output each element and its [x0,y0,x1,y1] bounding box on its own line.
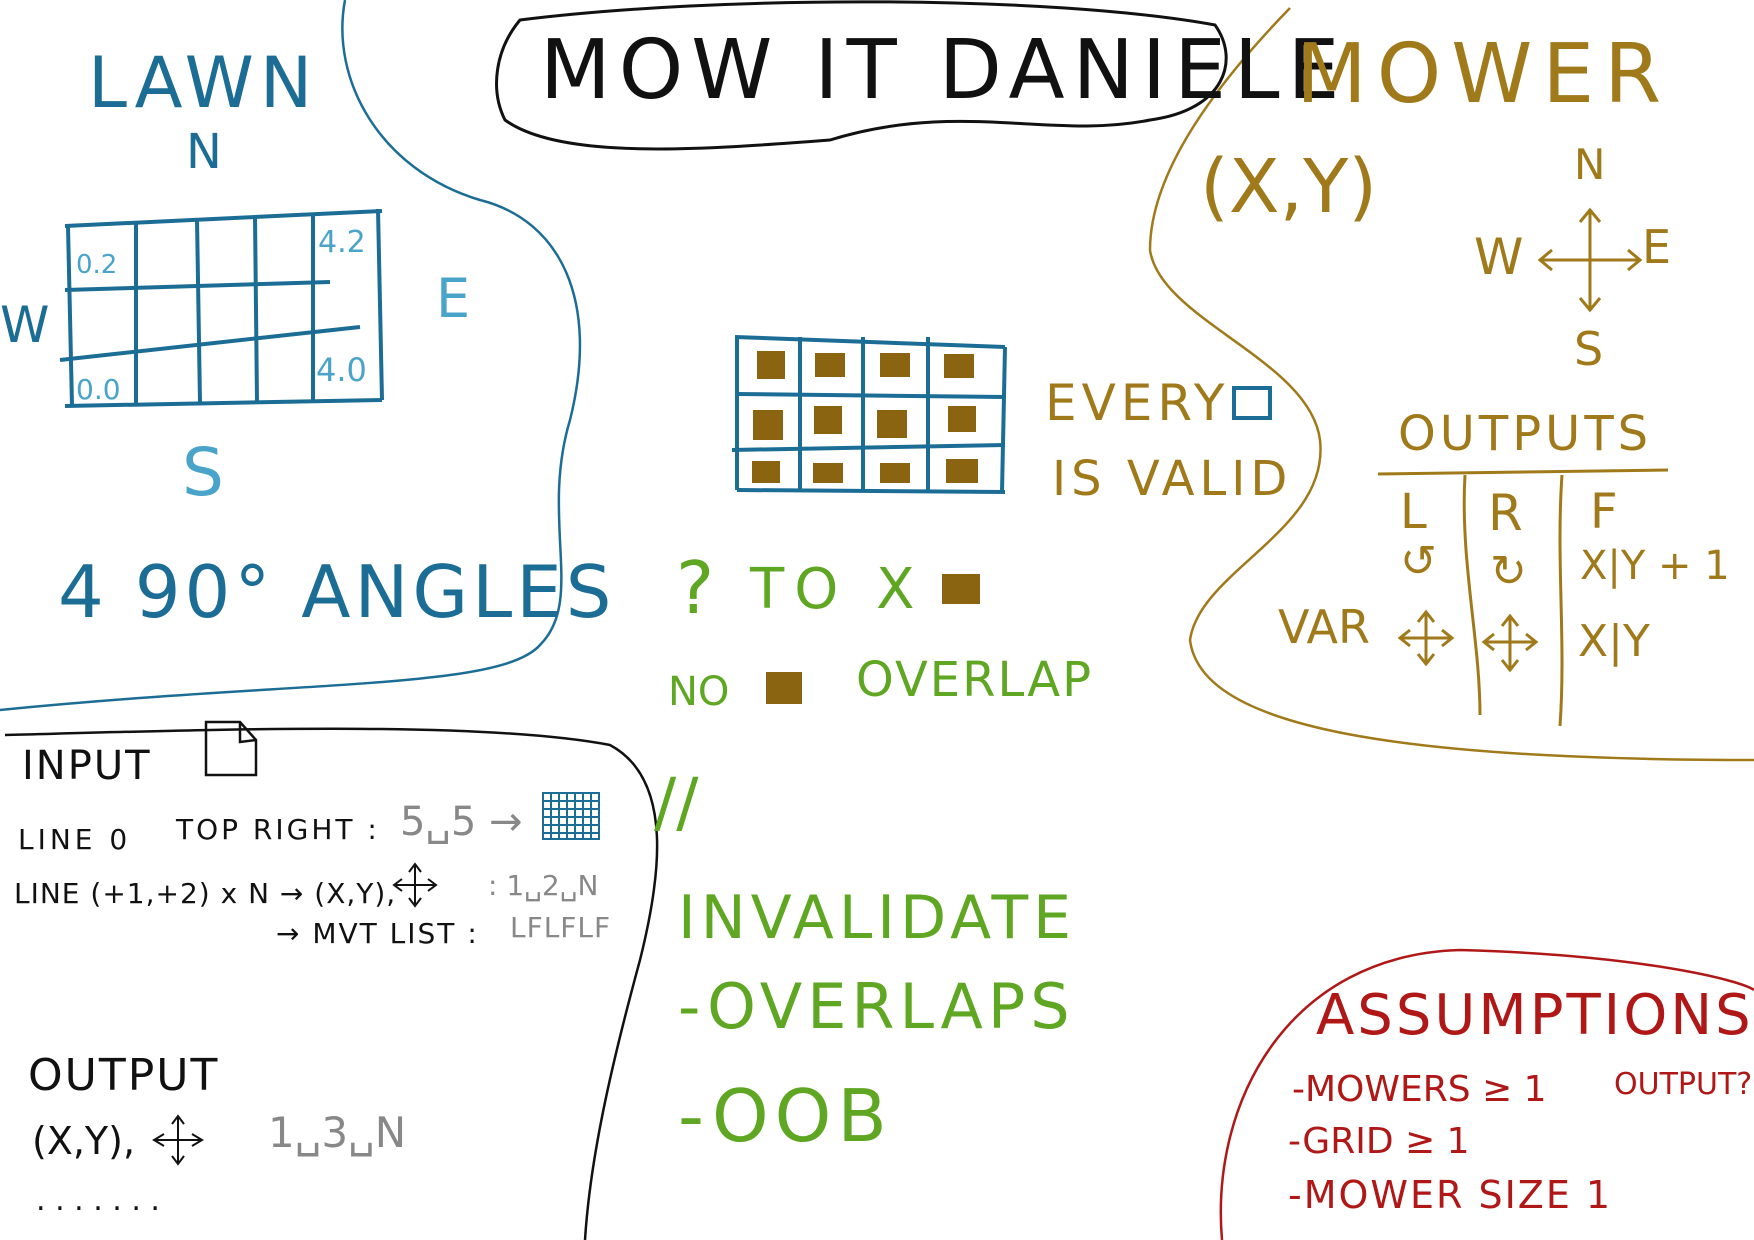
cell-label-bottom-left: 0.0 [76,373,121,406]
cell-label-top-left: 0.2 [76,250,118,280]
rotate-right-icon: ↻ [1490,546,1527,597]
every-label: EVERY [1045,374,1230,432]
outputs-col-l: L [1400,484,1427,540]
mvt-list-label: → MVT LIST : [276,917,479,950]
lawn-north-label: N [186,124,222,180]
output-heading: OUTPUT [28,1050,220,1101]
assumptions-heading: ASSUMPTIONS [1316,983,1754,1048]
invalidate-heading: INVALIDATE [678,883,1077,953]
to-x-label: TO X [750,557,925,622]
parallel-mark: // [654,764,699,841]
invalidate-item-oob: -OOB [678,1074,893,1158]
assumption-mower-size: -MOWER SIZE 1 [1288,1173,1613,1217]
assumption-output-question: OUTPUT? [1614,1067,1753,1102]
assumption-grid: -GRID ≥ 1 [1288,1121,1470,1162]
input-compass-icon [392,862,438,908]
no-label: NO [668,669,730,715]
mvt-list-example: LFLFLF [510,911,612,944]
invalidate-item-overlaps: -OVERLAPS [678,970,1075,1043]
outputs-col-r: R [1488,484,1523,542]
filled-cell-icon [942,574,980,604]
compass-cross-icon [1537,207,1643,313]
overlap-label: OVERLAP [856,652,1094,708]
empty-cell-icon [1232,386,1272,420]
lawn-east-label: E [436,267,471,330]
forward-effect-label: X|Y + 1 [1580,543,1730,589]
lawn-angles-note: 4 90° ANGLES [58,550,616,634]
output-format: (X,Y), [32,1119,136,1163]
input-heading: INPUT [22,743,152,789]
output-continuation-dots: . . . . . . . [36,1183,160,1218]
is-valid-label: IS VALID [1052,451,1293,507]
var-compass-icon [1481,613,1539,673]
compass-east-label: E [1642,220,1672,274]
rotate-left-icon: ↺ [1400,536,1437,587]
page-title: MOW IT DANIELE [540,23,1348,118]
line-n-example: : 1␣2␣N [488,869,599,902]
compass-west-label: W [1474,228,1524,286]
line0-example: 5␣5 → [400,799,523,845]
lawn-south-label: S [182,434,224,511]
line0-desc: TOP RIGHT : [176,813,380,846]
compass-south-label: S [1574,322,1604,376]
question-mark: ? [676,546,715,630]
small-grid-icon [542,792,600,840]
var-compass-icon [1397,609,1455,667]
outputs-col-f: F [1590,484,1618,540]
line-n-label: LINE (+1,+2) x N → (X,Y), [14,877,397,910]
mower-coords: (X,Y) [1200,144,1378,230]
assumption-mowers: -MOWERS ≥ 1 [1292,1069,1547,1110]
outputs-heading: OUTPUTS [1398,406,1653,462]
var-label: VAR [1278,600,1370,654]
line0-label: LINE 0 [18,823,132,856]
mower-heading: MOWER [1296,27,1672,122]
cell-label-bottom-right: 4.0 [316,351,367,389]
output-example: 1␣3␣N [268,1108,407,1157]
cell-label-top-right: 4.2 [318,225,366,260]
filled-cell-icon [766,672,802,704]
forward-var-label: X|Y [1578,616,1650,667]
compass-north-label: N [1574,140,1606,189]
lawn-west-label: W [0,296,50,354]
lawn-heading: LAWN [88,42,319,124]
output-compass-icon [152,1114,204,1166]
